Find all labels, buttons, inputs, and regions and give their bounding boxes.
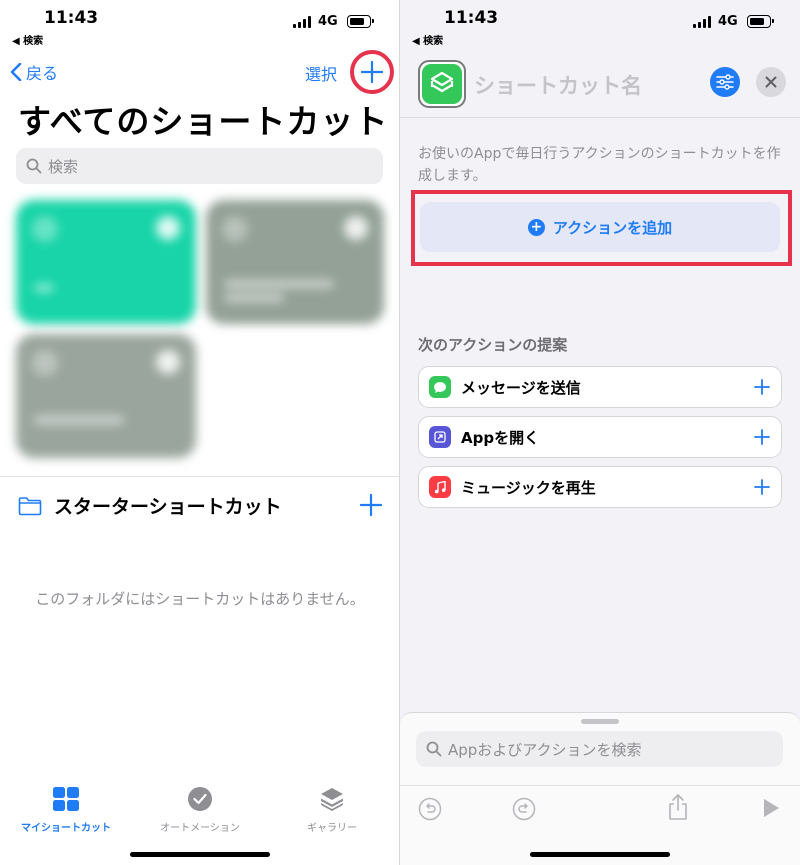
- tab-bar: マイショートカット オートメーション ギャラリー: [0, 780, 400, 840]
- plus-icon[interactable]: [753, 478, 771, 496]
- network-label: 4G: [318, 14, 338, 29]
- home-indicator: [530, 852, 670, 857]
- signal-icon: [693, 16, 711, 28]
- search-icon: [426, 741, 442, 757]
- back-button[interactable]: 戻る: [10, 60, 58, 84]
- add-shortcut-button[interactable]: [350, 50, 394, 94]
- sheet-grabber[interactable]: [581, 719, 619, 724]
- layers-icon: [321, 788, 343, 811]
- tab-label: オートメーション: [160, 823, 240, 834]
- search-input[interactable]: 検索: [16, 148, 383, 184]
- shortcut-card[interactable]: [206, 200, 384, 324]
- shortcut-name-field[interactable]: ショートカット名: [474, 70, 642, 100]
- plus-icon[interactable]: [753, 428, 771, 446]
- toolbar-divider: [400, 785, 800, 786]
- section-divider: [0, 476, 400, 477]
- share-icon[interactable]: [667, 793, 689, 821]
- shortcut-icon-button[interactable]: [418, 60, 466, 108]
- shortcut-card[interactable]: [16, 334, 196, 458]
- tab-label: マイショートカット: [21, 823, 111, 834]
- empty-folder-message: このフォルダにはショートカットはありません。: [35, 590, 365, 608]
- tab-label: ギャラリー: [307, 823, 357, 834]
- undo-icon[interactable]: [418, 797, 442, 821]
- shortcut-card[interactable]: [16, 200, 196, 324]
- tab-gallery[interactable]: ギャラリー: [272, 786, 392, 834]
- shortcuts-app-icon: [430, 71, 454, 93]
- status-time: 11:43: [44, 8, 99, 28]
- action-search-input[interactable]: Appおよびアクションを検索: [416, 731, 783, 767]
- grid-icon: [53, 787, 79, 811]
- suggestion-label: Appを開く: [461, 428, 540, 447]
- action-search-sheet: Appおよびアクションを検索: [400, 712, 800, 865]
- suggestions-title: 次のアクションの提案: [418, 336, 568, 354]
- annotation-highlight-box: [411, 190, 792, 266]
- shortcut-header: ショートカット名: [400, 48, 800, 118]
- search-placeholder: Appおよびアクションを検索: [448, 740, 642, 759]
- clock-check-icon: [188, 787, 212, 811]
- home-indicator: [130, 852, 270, 857]
- battery-icon: [747, 15, 774, 28]
- suggestion-label: メッセージを送信: [461, 378, 581, 397]
- plus-icon: [360, 60, 384, 84]
- redo-icon[interactable]: [512, 797, 536, 821]
- suggestion-open-app[interactable]: Appを開く: [418, 416, 782, 458]
- settings-button[interactable]: [710, 67, 740, 97]
- tab-automation[interactable]: オートメーション: [140, 786, 260, 834]
- new-shortcut-screen: 11:43 ◀ 検索 4G ショートカット名 お使いのAppで毎日行うアクション…: [400, 0, 800, 865]
- chevron-left-icon: [10, 63, 22, 81]
- close-icon: [765, 76, 777, 88]
- music-icon: [429, 476, 451, 498]
- sliders-icon: [716, 74, 734, 90]
- battery-icon: [347, 15, 374, 28]
- play-icon[interactable]: [762, 798, 780, 818]
- folder-icon: [18, 496, 42, 515]
- shortcuts-list-screen: 11:43 ◀ 検索 4G 戻る 選択 すべてのショートカット 検索 スターター…: [0, 0, 400, 865]
- open-app-icon: [429, 426, 451, 448]
- signal-icon: [293, 16, 311, 28]
- add-to-folder-icon[interactable]: [358, 492, 384, 518]
- messages-icon: [429, 376, 451, 398]
- plus-icon[interactable]: [753, 378, 771, 396]
- status-back-link[interactable]: ◀ 検索: [412, 32, 443, 47]
- network-label: 4G: [718, 14, 738, 29]
- suggestion-play-music[interactable]: ミュージックを再生: [418, 466, 782, 508]
- status-back-link[interactable]: ◀ 検索: [12, 32, 43, 47]
- search-icon: [26, 158, 42, 174]
- shortcut-description: お使いのAppで毎日行うアクションのショートカットを作成します。: [418, 146, 781, 184]
- close-button[interactable]: [756, 67, 786, 97]
- back-label: 戻る: [26, 64, 59, 83]
- suggestion-send-message[interactable]: メッセージを送信: [418, 366, 782, 408]
- status-time: 11:43: [444, 8, 499, 28]
- page-title: すべてのショートカット: [18, 102, 389, 141]
- search-placeholder: 検索: [48, 157, 79, 176]
- select-button[interactable]: 選択: [305, 61, 337, 85]
- suggestion-label: ミュージックを再生: [461, 478, 596, 497]
- folder-label: スターターショートカット: [54, 496, 282, 518]
- folder-header[interactable]: スターターショートカット: [18, 492, 282, 519]
- tab-my-shortcuts[interactable]: マイショートカット: [6, 786, 126, 834]
